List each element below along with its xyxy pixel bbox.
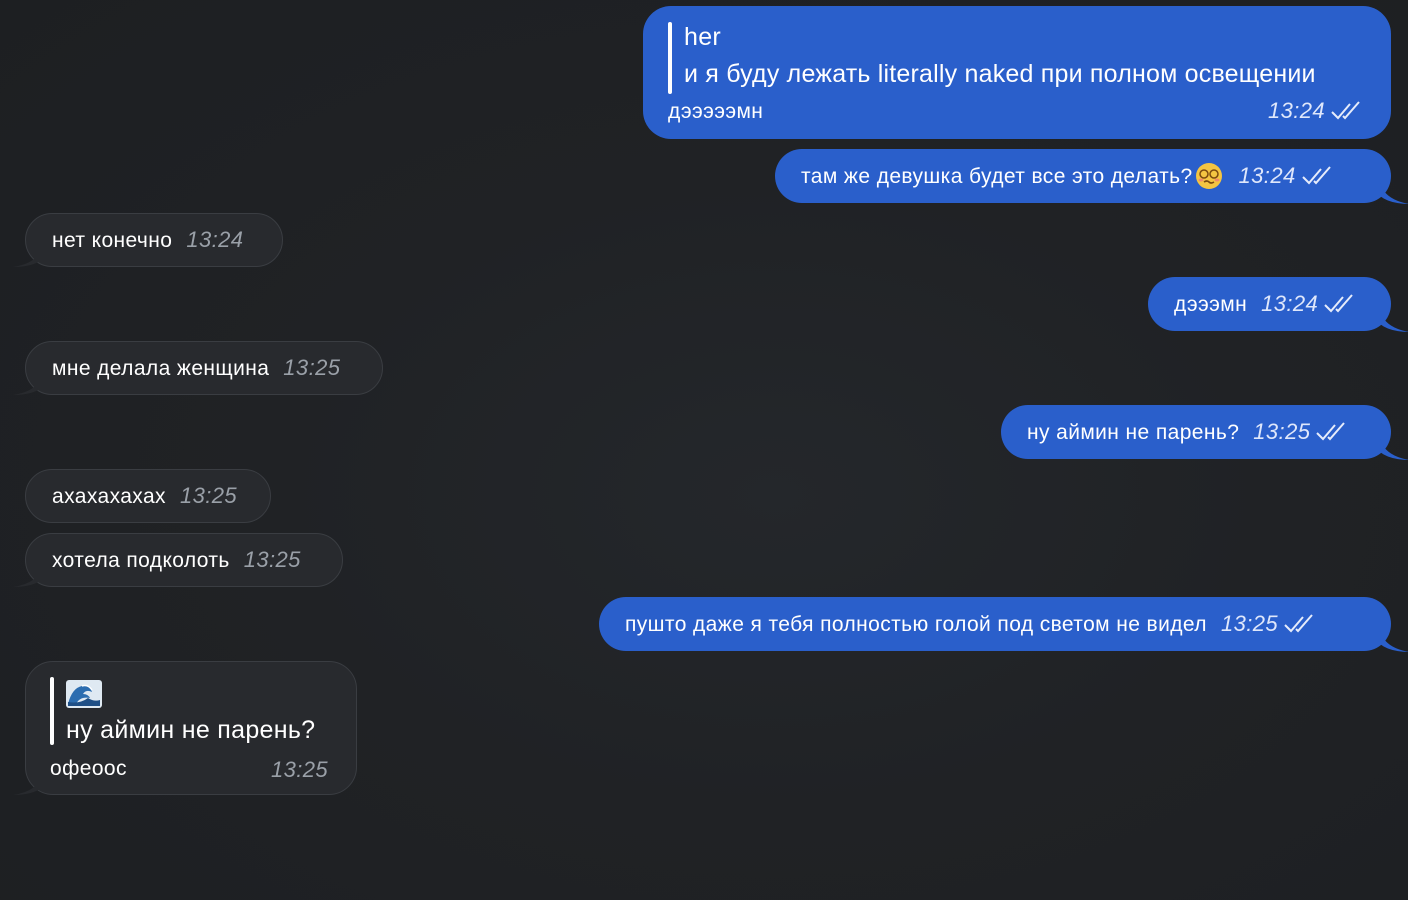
message-text: хотела подколоть xyxy=(52,548,230,572)
message-time: 13:25 xyxy=(270,757,328,782)
bubble-tail xyxy=(1380,630,1408,652)
reply-text[interactable]: ну аймин не парень? xyxy=(66,716,315,745)
reply-quote-bar xyxy=(668,22,672,94)
message-outgoing[interactable]: там же девушка будет все это делать? 13:… xyxy=(775,149,1408,204)
wave-emoji-icon[interactable] xyxy=(66,680,102,708)
double-check-icon xyxy=(1331,101,1363,121)
message-incoming[interactable]: мне делала женщина 13:25 xyxy=(13,341,383,395)
double-check-icon xyxy=(1284,614,1316,634)
message-text: ну аймин не парень? xyxy=(1027,420,1240,444)
message-text: дэээмн xyxy=(1174,292,1248,316)
bubble-tail xyxy=(13,773,43,795)
message-time: 13:24 xyxy=(1238,163,1296,188)
message-text: там же девушка будет все это делать? xyxy=(801,164,1193,188)
double-check-icon xyxy=(1324,294,1356,314)
bubble-tail xyxy=(1380,438,1408,460)
message-time: 13:25 xyxy=(1220,611,1278,636)
message-text: офеоос xyxy=(50,757,127,780)
message-outgoing[interactable]: дэээмн 13:24 xyxy=(1148,277,1408,332)
message-text: мне делала женщина xyxy=(52,356,270,380)
message-time: 13:25 xyxy=(243,547,301,572)
reply-author[interactable]: her xyxy=(684,23,721,52)
message-time: 13:24 xyxy=(186,227,244,252)
bubble-tail xyxy=(13,565,43,587)
reply-quote-bar xyxy=(50,677,54,745)
bubble-tail xyxy=(13,245,43,267)
message-time: 13:25 xyxy=(179,483,238,508)
bubble-tail xyxy=(1380,182,1408,204)
message-text: ахахахахах xyxy=(52,484,166,508)
message-outgoing[interactable]: her и я буду лежать literally naked при … xyxy=(643,6,1391,139)
message-incoming[interactable]: хотела подколоть 13:25 xyxy=(13,533,343,587)
message-incoming[interactable]: ну аймин не парень? офеоос 13:25 xyxy=(13,661,357,795)
double-check-icon xyxy=(1316,422,1348,442)
message-incoming[interactable]: ахахахахах 13:25 xyxy=(25,469,271,523)
chat-area[interactable]: her и я буду лежать literally naked при … xyxy=(0,0,1408,900)
reply-text[interactable]: и я буду лежать literally naked при полн… xyxy=(684,60,1316,89)
double-check-icon xyxy=(1301,166,1334,186)
message-time: 13:24 xyxy=(1261,291,1319,316)
message-outgoing[interactable]: ну аймин не парень? 13:25 xyxy=(1001,405,1408,460)
message-text: нет конечно xyxy=(52,228,173,252)
woozy-face-emoji-icon xyxy=(1195,162,1223,190)
bubble-tail xyxy=(1380,310,1408,332)
message-incoming[interactable]: нет конечно 13:24 xyxy=(13,213,283,267)
message-text: пушто даже я тебя полностью голой под св… xyxy=(625,612,1207,636)
message-text: дэээээмн xyxy=(668,100,764,123)
message-outgoing[interactable]: пушто даже я тебя полностью голой под св… xyxy=(599,597,1408,652)
message-time: 13:24 xyxy=(1267,98,1325,123)
message-time: 13:25 xyxy=(1253,419,1311,444)
bubble-tail xyxy=(13,373,43,395)
message-time: 13:25 xyxy=(283,355,341,380)
